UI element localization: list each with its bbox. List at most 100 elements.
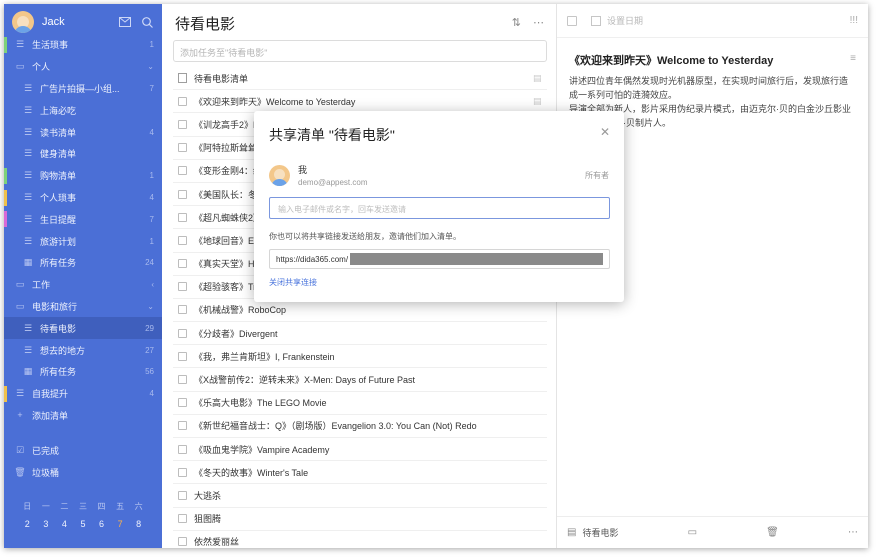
task-row[interactable]: 《吸血鬼学院》Vampire Academy <box>173 438 547 462</box>
calendar-day[interactable]: 8 <box>136 519 141 529</box>
list-title: 待看电影 <box>175 16 236 33</box>
search-icon[interactable] <box>140 15 154 29</box>
folder-icon: ▭ <box>15 300 25 311</box>
task-row[interactable]: 《X战警前传2：逆转未来》X-Men: Days of Future Past <box>173 368 547 392</box>
task-row[interactable]: 《分歧者》Divergent <box>173 322 547 346</box>
calendar-day[interactable]: 7 <box>118 519 123 529</box>
task-checkbox[interactable] <box>178 375 187 385</box>
calendar-day[interactable]: 5 <box>80 519 85 529</box>
task-list-name[interactable]: 待看电影 <box>582 526 618 539</box>
share-link-field[interactable]: https://dida365.com/ <box>269 249 610 269</box>
calendar-icon: ▦ <box>23 257 33 268</box>
more-icon[interactable]: ⋯ <box>848 527 858 538</box>
complete-checkbox[interactable] <box>567 15 577 26</box>
sidebar-item[interactable]: ▭ 工作 ‹ <box>4 274 162 296</box>
trash-icon[interactable]: 🗑 <box>766 527 779 538</box>
sidebar-item[interactable]: ☰ 旅游计划 1 <box>4 230 162 252</box>
set-date-button[interactable]: 设置日期 <box>607 14 643 27</box>
detail-toolbar: 设置日期 !!! <box>557 4 868 38</box>
sidebar-item[interactable]: ☰ 广告片拍摄—小组... 7 <box>4 78 162 100</box>
task-checkbox[interactable] <box>178 328 187 338</box>
task-checkbox[interactable] <box>178 259 187 269</box>
sidebar-bottom-item[interactable]: 🗑 垃圾桶 <box>4 462 162 484</box>
mail-icon[interactable] <box>118 15 132 29</box>
invite-input[interactable]: 输入电子邮件或名字，回车发送邀请 <box>269 197 610 219</box>
sidebar-bottom-item[interactable]: ☑ 已完成 <box>4 440 162 462</box>
share-link-prefix: https://dida365.com/ <box>276 254 349 264</box>
sidebar-item[interactable]: ▭ 电影和旅行 ⌄ <box>4 296 162 318</box>
task-checkbox[interactable] <box>178 467 187 477</box>
color-tag <box>4 37 7 53</box>
sidebar-item[interactable]: ☰ 想去的地方 27 <box>4 339 162 361</box>
task-row[interactable]: 狙图腾 <box>173 508 547 531</box>
sidebar-item[interactable]: ▦ 所有任务 56 <box>4 361 162 383</box>
calendar-day[interactable]: 6 <box>99 519 104 529</box>
task-checkbox[interactable] <box>178 143 187 153</box>
comment-icon[interactable]: ▭ <box>688 527 697 538</box>
task-row[interactable]: 《新世纪福音战士：Q》（剧场版）Evangelion 3.0: You Can … <box>173 415 547 438</box>
task-checkbox[interactable] <box>178 444 187 454</box>
task-checkbox[interactable] <box>178 514 187 524</box>
list-header-item[interactable]: 待看电影清单 ▤ <box>173 67 547 91</box>
sidebar-item[interactable]: ☰ 个人琐事 4 <box>4 187 162 209</box>
calendar-day[interactable]: 3 <box>43 519 48 529</box>
task-row[interactable]: 依然爱丽丝 <box>173 531 547 548</box>
task-row[interactable]: 《乐高大电影》The LEGO Movie <box>173 392 547 415</box>
sort-icon[interactable]: ⇅ <box>512 16 521 29</box>
sidebar-item[interactable]: ☰ 生日提醒 7 <box>4 208 162 230</box>
task-checkbox[interactable] <box>178 305 187 315</box>
task-title: 狙图腾 <box>194 514 222 525</box>
task-title: 《欢迎来到昨天》Welcome to Yesterday <box>194 96 356 107</box>
task-checkbox[interactable] <box>178 537 187 547</box>
task-title: 《机械战警》RoboCop <box>194 305 287 316</box>
user-name: Jack <box>42 16 65 28</box>
calendar-weekdays: 日一 二三 四 五六 <box>4 498 162 515</box>
sidebar-item-label: 待看电影 <box>40 323 77 334</box>
task-checkbox[interactable] <box>178 351 187 361</box>
task-checkbox[interactable] <box>178 490 187 500</box>
task-checkbox[interactable] <box>178 398 187 408</box>
sidebar-item[interactable]: ☰ 上海必吃 <box>4 99 162 121</box>
calendar-day[interactable]: 4 <box>62 519 67 529</box>
sidebar-item[interactable]: ☰ 生活琐事 1 <box>4 34 162 56</box>
add-task-input[interactable]: 添加任务至"待看电影" <box>173 40 547 62</box>
task-checkbox[interactable] <box>178 189 187 199</box>
user-avatar[interactable] <box>12 11 34 33</box>
task-checkbox[interactable] <box>178 166 187 176</box>
sidebar-item[interactable]: ☰ 读书清单 4 <box>4 121 162 143</box>
task-checkbox[interactable] <box>178 282 187 292</box>
task-checkbox[interactable] <box>178 96 187 106</box>
calendar-day[interactable]: 2 <box>25 519 30 529</box>
mini-calendar: 日一 二三 四 五六 2 3 4 5 6 7 8 <box>4 498 162 532</box>
task-title[interactable]: 《欢迎来到昨天》Welcome to Yesterday <box>569 52 856 68</box>
sidebar-item-label: 广告片拍摄—小组... <box>40 83 120 94</box>
task-row[interactable]: 《机械战警》RoboCop <box>173 299 547 323</box>
task-checkbox[interactable] <box>178 235 187 245</box>
task-row[interactable]: 大逃杀 <box>173 484 547 508</box>
sidebar-item-label: 个人 <box>32 62 51 73</box>
sidebar-item[interactable]: ☰ 自我提升 4 <box>4 383 162 405</box>
sidebar-item-label: 添加清单 <box>32 410 69 421</box>
sidebar-item[interactable]: ☰ 购物清单 1 <box>4 165 162 187</box>
text-format-icon[interactable]: ≡ <box>850 53 856 64</box>
list-icon: ☰ <box>23 191 33 202</box>
list-icon: ☰ <box>15 388 25 399</box>
task-checkbox[interactable] <box>178 421 187 431</box>
close-share-link[interactable]: 关闭共享连接 <box>269 277 317 288</box>
close-icon[interactable]: ✕ <box>600 125 610 139</box>
task-checkbox[interactable] <box>178 119 187 129</box>
task-checkbox[interactable] <box>178 212 187 222</box>
task-row[interactable]: 《冬天的故事》Winter's Tale <box>173 461 547 485</box>
more-icon[interactable]: ⋯ <box>533 16 544 29</box>
dialog-title: 共享清单 "待看电影" <box>269 127 395 143</box>
sidebar-item[interactable]: + 添加清单 <box>4 405 162 427</box>
sidebar-item[interactable]: ▦ 所有任务 24 <box>4 252 162 274</box>
sidebar-item[interactable]: ☰ 待看电影 29 <box>4 317 162 340</box>
calendar-icon[interactable] <box>591 15 601 26</box>
sidebar-item[interactable]: ☰ 健身清单 <box>4 143 162 165</box>
task-row[interactable]: 《欢迎来到昨天》Welcome to Yesterday ▤ <box>173 90 547 114</box>
task-row[interactable]: 《我，弗兰肯斯坦》I, Frankenstein <box>173 345 547 369</box>
priority-icon[interactable]: !!! <box>850 15 858 26</box>
calendar-weekday: 一 <box>41 502 50 511</box>
sidebar-item[interactable]: ▭ 个人 ⌄ <box>4 56 162 78</box>
